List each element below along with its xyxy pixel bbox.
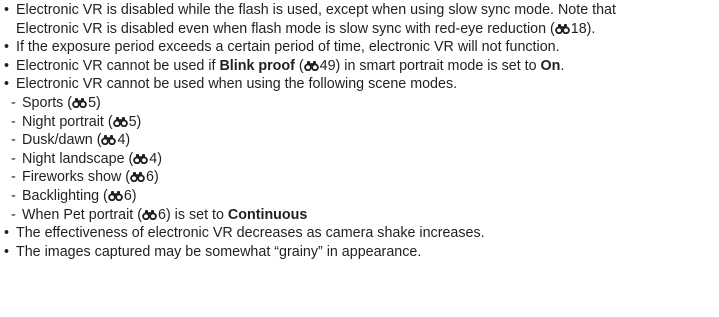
reference-binoculars-icon xyxy=(133,153,149,164)
list-item-text-segment: ) xyxy=(157,150,162,167)
bullet-marker: • xyxy=(4,225,10,242)
list-item: • Electronic VR cannot be used when usin… xyxy=(4,75,719,94)
sub-list-item-text: When Pet portrait ( 6) is set to Continuo… xyxy=(22,206,307,225)
page-reference: 6 xyxy=(146,169,154,186)
list-item: • If the exposure period exceeds a certa… xyxy=(4,38,719,57)
setting-value: Continuous xyxy=(227,206,308,223)
sub-list-item-text: Fireworks show ( 6) xyxy=(22,168,159,187)
list-item-text-segment: ) xyxy=(154,169,159,186)
list-item-text: Electronic VR cannot be used when using … xyxy=(16,76,458,93)
setting-name: Blink proof xyxy=(219,57,295,74)
scene-mode-name: Night landscape ( xyxy=(22,150,134,167)
setting-value: On xyxy=(540,57,561,74)
list-item-text-segment: ( xyxy=(294,57,304,74)
sub-list-item-text: Dusk/dawn (4) xyxy=(22,131,130,150)
list-item: • Electronic VR is disabled while the fl… xyxy=(4,1,719,38)
list-item-text-segment: ) xyxy=(96,94,101,111)
list-item-line: Electronic VR is disabled while the flas… xyxy=(16,2,616,18)
scene-mode-name: Dusk/dawn ( xyxy=(22,132,102,149)
reference-binoculars-icon xyxy=(112,116,128,127)
page-reference: 49 xyxy=(319,57,336,74)
sub-list-item-text: Night landscape (4) xyxy=(22,150,162,169)
list-item-text: Electronic VR is disabled while the flas… xyxy=(16,1,719,38)
list-item-text-segment: ) xyxy=(136,113,142,130)
sub-list-item-text: Sports ( 5) xyxy=(22,94,101,113)
sub-list-marker: - xyxy=(11,150,16,167)
page-reference: 18 xyxy=(570,20,587,37)
page-reference: 6 xyxy=(123,187,132,204)
sub-list-item: - Night portrait ( 5) xyxy=(11,113,719,132)
list-item-text-segment: ) in smart portrait mode is set to xyxy=(335,57,541,74)
page-reference: 5 xyxy=(128,113,137,130)
bullet-marker: • xyxy=(4,76,10,93)
reference-binoculars-icon xyxy=(72,97,87,108)
list-item: • The images captured may be somewhat “g… xyxy=(4,243,719,262)
list-item: • The effectiveness of electronic VR dec… xyxy=(4,224,719,243)
bullet-marker: • xyxy=(4,2,10,18)
sub-list-marker: - xyxy=(11,206,16,223)
sub-list-marker: - xyxy=(11,94,16,111)
reference-binoculars-icon xyxy=(130,171,145,183)
bullet-marker: • xyxy=(4,243,10,260)
reference-binoculars-icon xyxy=(142,209,157,220)
sub-list-item: - Sports ( 5) xyxy=(11,94,719,113)
sub-list-marker: - xyxy=(11,169,16,186)
sub-list-item: - Night landscape (4) xyxy=(11,150,719,169)
scene-mode-name: Sports ( xyxy=(22,94,73,111)
list-item-text-segment: ) xyxy=(125,132,131,149)
sub-list-item: - Backlighting ( 6) xyxy=(11,187,719,206)
scene-mode-name: When Pet portrait ( xyxy=(22,206,142,223)
sub-list-item: - Dusk/dawn (4) xyxy=(11,131,719,150)
sub-list-marker: - xyxy=(11,132,16,149)
scene-mode-name: Backlighting ( xyxy=(22,187,108,204)
sub-list-marker: - xyxy=(11,187,16,204)
page-reference: 5 xyxy=(88,94,97,111)
list-item-text: The effectiveness of electronic VR decre… xyxy=(16,225,485,242)
list-item: • Electronic VR cannot be used if Blink … xyxy=(4,57,719,76)
list-item-text: If the exposure period exceeds a certain… xyxy=(16,39,560,56)
list-item-text: Electronic VR cannot be used if Blink pr… xyxy=(16,57,719,76)
page-reference: 6 xyxy=(157,206,166,223)
reference-binoculars-icon xyxy=(107,190,123,201)
sub-list-item-text: Night portrait ( 5) xyxy=(22,113,141,132)
sub-list-item-text: Backlighting ( 6) xyxy=(22,187,137,206)
list-item-text-segment: Electronic VR cannot be used if xyxy=(16,57,220,74)
bullet-marker: • xyxy=(4,39,10,56)
sub-list-marker: - xyxy=(11,113,16,130)
list-item-text-segment: ) is set to xyxy=(165,206,228,223)
reference-binoculars-icon xyxy=(303,60,319,71)
list-item-text-segment: Electronic VR is disabled even when flas… xyxy=(16,20,555,37)
scene-mode-name: Night portrait ( xyxy=(22,113,113,130)
scene-mode-name: Fireworks show ( xyxy=(22,169,131,186)
list-item-text-segment: ). xyxy=(586,20,596,37)
list-item-line: Electronic VR is disabled even when flas… xyxy=(16,20,719,39)
list-item-text-segment: . xyxy=(560,57,565,74)
reference-binoculars-icon xyxy=(101,134,117,146)
list-item-text: The images captured may be somewhat “gra… xyxy=(16,243,422,260)
document-page: • Electronic VR is disabled while the fl… xyxy=(0,0,719,261)
reference-binoculars-icon xyxy=(554,23,570,34)
list-item-text-segment: ) xyxy=(131,187,137,204)
sub-list-item: - When Pet portrait ( 6) is set to Contin… xyxy=(11,206,719,225)
sub-list-item: - Fireworks show ( 6) xyxy=(11,168,719,187)
bullet-marker: • xyxy=(4,57,10,74)
